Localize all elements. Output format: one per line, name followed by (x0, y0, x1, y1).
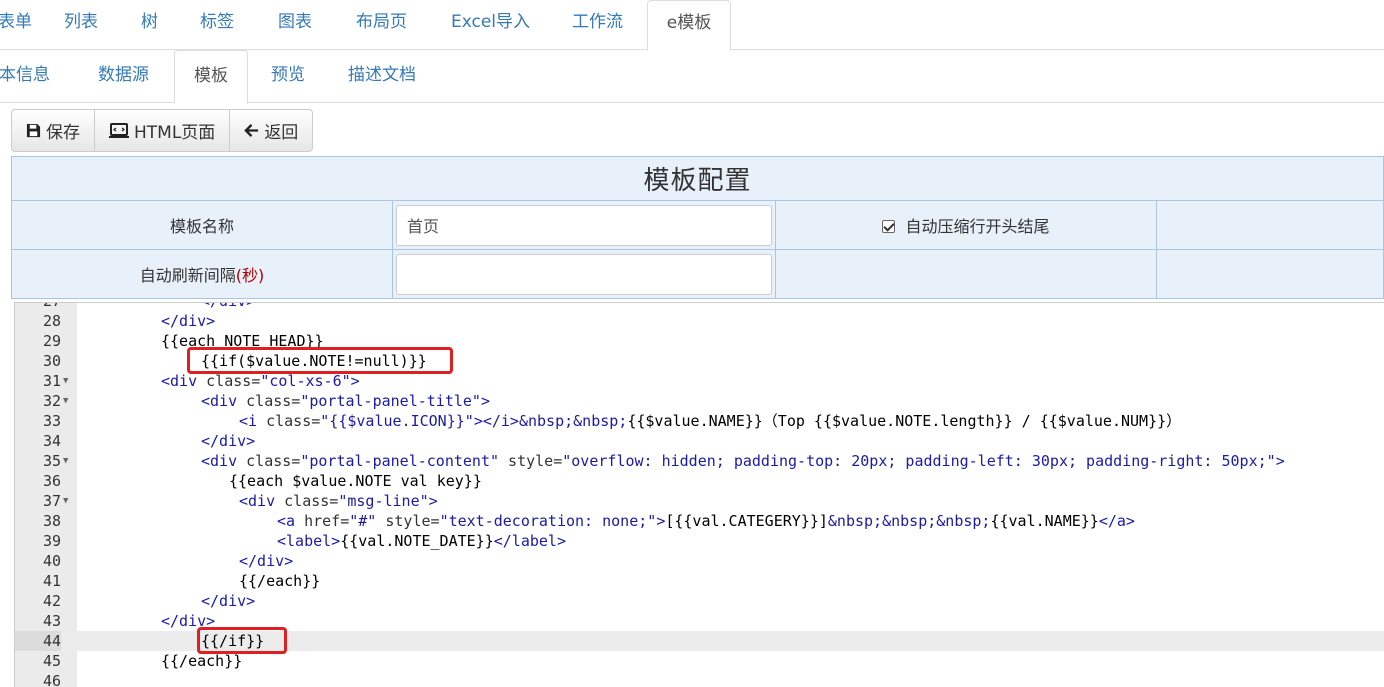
code-line: 32 ▼ <div class="portal-panel-title"> (42, 392, 490, 410)
sub-nav: 基本信息 数据源 模板 预览 描述文档 (0, 50, 1384, 104)
fold-arrow-icon: ▼ (63, 456, 69, 466)
arrow-left-icon (244, 124, 259, 137)
tab-tags[interactable]: 标签 (200, 0, 234, 50)
html-page-button[interactable]: HTML页面 (95, 109, 231, 152)
code-line: 42 </div> (42, 592, 256, 610)
code-line: 40 </div> (42, 552, 294, 570)
tab-chart[interactable]: 图表 (278, 0, 312, 50)
code-line: 35 ▼ <div class="portal-panel-content" sty… (42, 452, 1285, 470)
tab-datasource[interactable]: 数据源 (98, 50, 149, 103)
refresh-interval-input[interactable] (396, 253, 772, 295)
tab-layout-page[interactable]: 布局页 (356, 0, 407, 50)
tab-template[interactable]: 模板 (174, 50, 248, 104)
template-name-input[interactable] (396, 204, 772, 246)
tab-excel-import[interactable]: Excel导入 (451, 0, 530, 50)
code-line: 41 {{/each}} (42, 572, 321, 590)
tab-preview[interactable]: 预览 (271, 50, 305, 103)
monitor-icon (109, 122, 129, 138)
template-config-table: 模板配置 模板名称 自动压缩行开头结尾 自动刷新间隔(秒) (11, 156, 1384, 299)
config-title: 模板配置 (11, 156, 1384, 201)
code-editor[interactable]: 27</div> 28</div> 29{{each NOTE_HEAD}} 3… (14, 302, 1384, 687)
toolbar: 保存 HTML页面 返回 (11, 109, 314, 152)
code-line: 28 </div> (42, 312, 216, 330)
code-line: 31 ▼ <div class="col-xs-6"> (42, 372, 360, 390)
code-line: 45 {{/each}} (42, 652, 243, 670)
code-line: 36 {{each $value.NOTE val key}} (42, 472, 482, 490)
annotation-box-endif (197, 627, 287, 654)
code-line: 34 </div> (42, 432, 256, 450)
compress-checkbox[interactable] (882, 220, 896, 233)
fold-arrow-icon: ▼ (63, 376, 69, 386)
tab-basic-info[interactable]: 基本信息 (0, 50, 50, 103)
code-line: 27</div> (15, 303, 1384, 311)
tab-form[interactable]: 表单 (0, 0, 32, 50)
refresh-interval-label: 自动刷新间隔(秒) (11, 249, 393, 299)
tab-workflow[interactable]: 工作流 (572, 0, 623, 50)
floppy-disk-icon (26, 123, 41, 138)
fold-arrow-icon: ▼ (63, 496, 69, 506)
tab-tree[interactable]: 树 (141, 0, 158, 50)
code-line: 37 ▼ <div class="msg-line"> (42, 492, 438, 510)
code-line: 38 <a href="#" style="text-decoration: no… (42, 512, 1135, 530)
template-name-label: 模板名称 (11, 200, 393, 250)
main-nav: 表单 列表 树 标签 图表 布局页 Excel导入 工作流 e模板 (0, 0, 1384, 51)
tab-e-template[interactable]: e模板 (647, 0, 731, 51)
save-button[interactable]: 保存 (11, 109, 95, 152)
fold-arrow-icon: ▼ (63, 396, 69, 406)
code-line: 33 <i class="{{$value.ICON}}"></i>&nbsp;&… (42, 412, 1182, 430)
back-button[interactable]: 返回 (230, 109, 314, 152)
tab-list[interactable]: 列表 (64, 0, 98, 50)
code-line: 39 <label>{{val.NOTE_DATE}}</label> (42, 532, 566, 550)
annotation-box-if (187, 347, 453, 374)
tab-description-doc[interactable]: 描述文档 (348, 50, 416, 103)
code-line: 46 (42, 672, 61, 687)
compress-label: 自动压缩行开头结尾 (905, 217, 1050, 236)
